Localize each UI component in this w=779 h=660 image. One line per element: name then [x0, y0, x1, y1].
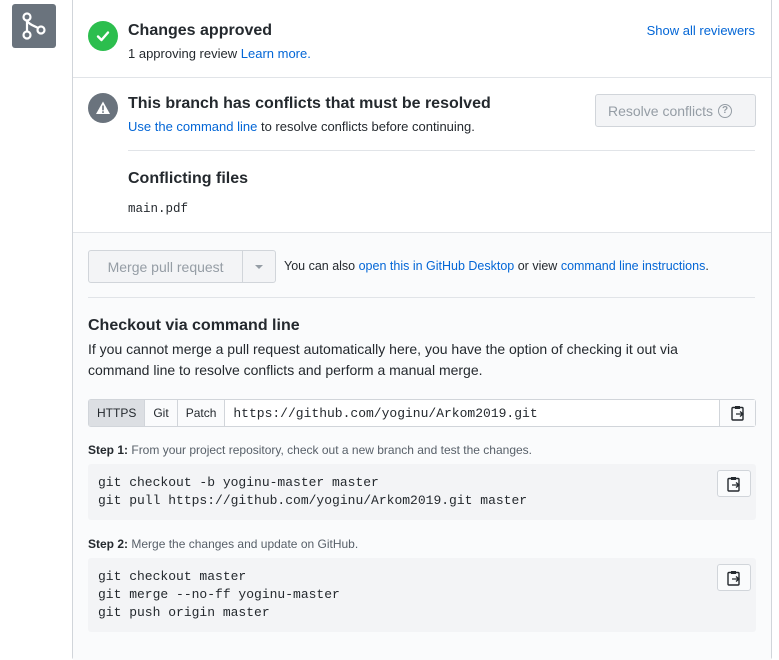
merge-options-dropdown[interactable]: [243, 264, 275, 269]
checkout-description: If you cannot merge a pull request autom…: [88, 341, 678, 378]
or-view-text: or view: [517, 259, 558, 273]
step2-code-block: git checkout master git merge --no-ff yo…: [88, 558, 756, 632]
conflicting-file-item: main.pdf: [128, 202, 189, 216]
also-text: You can also: [284, 259, 356, 273]
protocol-https-button[interactable]: HTTPS: [89, 400, 146, 426]
resolve-conflicts-button[interactable]: Resolve conflicts ?: [595, 94, 756, 127]
copy-step2-button[interactable]: [717, 564, 751, 591]
step1-description: From your project repository, check out …: [131, 443, 533, 457]
clipboard-icon: [730, 406, 744, 421]
protocol-patch-button[interactable]: Patch: [177, 400, 226, 426]
merge-pull-request-group: Merge pull request: [88, 250, 276, 283]
step1-label: Step 1:: [88, 443, 129, 457]
github-desktop-link[interactable]: open this in GitHub Desktop: [359, 259, 515, 273]
code-line: git merge --no-ff yoginu-master: [98, 587, 340, 602]
code-line: git pull https://github.com/yoginu/Arkom…: [98, 493, 528, 508]
step1-text: Step 1: From your project repository, ch…: [88, 443, 532, 457]
approval-subtext: 1 approving review Learn more.: [128, 46, 311, 61]
clone-url-group: HTTPS Git Patch: [88, 399, 756, 427]
conflict-section: This branch has conflicts that must be r…: [73, 78, 771, 233]
conflict-subtext-rest: to resolve conflicts before continuing.: [260, 119, 475, 134]
protocol-git-button[interactable]: Git: [145, 400, 178, 426]
step2-label: Step 2:: [88, 537, 129, 551]
git-merge-icon: [12, 4, 56, 48]
clone-url-input[interactable]: [225, 400, 719, 426]
code-line: git push origin master: [98, 605, 270, 620]
question-icon: ?: [718, 103, 733, 118]
conflicting-files-title: Conflicting files: [128, 170, 248, 187]
check-icon: [88, 21, 118, 51]
approving-review-count: 1 approving review: [128, 46, 238, 61]
show-all-reviewers-link[interactable]: Show all reviewers: [647, 23, 755, 38]
code-line: git checkout -b yoginu-master master: [98, 475, 379, 490]
merge-panel: Changes approved 1 approving review Lear…: [72, 0, 772, 660]
copy-url-button[interactable]: [719, 400, 755, 426]
alert-icon: [88, 93, 118, 123]
clipboard-icon: [727, 476, 741, 492]
step1-code-block: git checkout -b yoginu-master master git…: [88, 464, 756, 520]
conflict-subtext: Use the command line to resolve conflict…: [128, 119, 475, 134]
use-command-line-link[interactable]: Use the command line: [128, 119, 257, 134]
step2-text: Step 2: Merge the changes and update on …: [88, 537, 358, 551]
period-text: .: [705, 259, 709, 273]
merge-divider: [88, 297, 755, 298]
resolve-conflicts-label: Resolve conflicts: [608, 102, 714, 119]
approval-title: Changes approved: [128, 22, 273, 39]
approval-section: Changes approved 1 approving review Lear…: [73, 0, 771, 78]
clipboard-icon: [727, 570, 741, 586]
merge-alternatives-text: You can also open this in GitHub Desktop…: [284, 259, 709, 273]
caret-down-icon: [255, 264, 264, 269]
conflict-divider: [128, 150, 755, 151]
conflict-title: This branch has conflicts that must be r…: [128, 95, 491, 112]
copy-step1-button[interactable]: [717, 470, 751, 497]
code-line: git checkout master: [98, 569, 247, 584]
checkout-title: Checkout via command line: [88, 317, 300, 334]
command-line-instructions-link[interactable]: command line instructions: [561, 259, 706, 273]
merge-section: Merge pull request You can also open thi…: [73, 233, 771, 660]
merge-pull-request-button[interactable]: Merge pull request: [89, 251, 244, 282]
step2-description: Merge the changes and update on GitHub.: [131, 537, 359, 551]
learn-more-link[interactable]: Learn more.: [241, 46, 311, 61]
